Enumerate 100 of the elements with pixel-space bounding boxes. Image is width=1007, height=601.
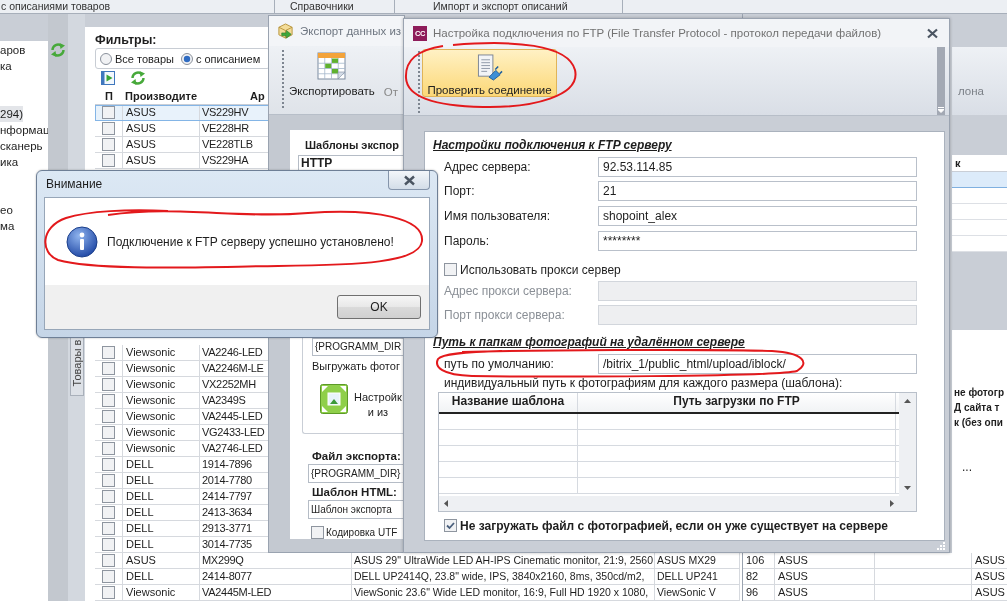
- sidebar-item[interactable]: ео: [0, 202, 13, 218]
- checkbox[interactable]: [102, 106, 115, 119]
- field-label: Адрес сервера:: [444, 159, 532, 174]
- checkbox[interactable]: [102, 410, 115, 423]
- top-tab[interactable]: Импорт и экспорт описаний: [395, 0, 623, 13]
- table-row[interactable]: DELL 2414-8077 DELL UP2414Q, 23.8" wide, IPS, 3840x2160, 8ms, 350cd/m2, DELL UP241: [95, 569, 740, 585]
- checkbox[interactable]: [102, 554, 115, 567]
- refresh-icon[interactable]: [50, 42, 66, 58]
- table-cell: ASUS: [123, 105, 200, 121]
- top-tab[interactable]: с описаниями товаров: [0, 0, 275, 13]
- column-header[interactable]: Ар: [200, 88, 268, 104]
- text-field[interactable]: shopoint_alex: [598, 206, 917, 227]
- arrow-down-icon[interactable]: [904, 485, 911, 490]
- package-arrow-icon: [277, 22, 294, 40]
- checkbox[interactable]: [102, 570, 115, 583]
- text-field[interactable]: ********: [598, 230, 917, 251]
- file-field[interactable]: {PROGRAMM_DIR}: [308, 464, 404, 483]
- ellipsis-text: ...: [962, 460, 972, 474]
- close-icon: [402, 174, 416, 186]
- checkbox[interactable]: [102, 138, 115, 151]
- arrow-right-icon[interactable]: [890, 499, 894, 507]
- section-heading: Путь к папкам фотографий на удалённом сервере: [433, 334, 745, 349]
- table-cell: Viewsonic: [123, 409, 200, 425]
- table-cell: 2414-8077: [200, 569, 352, 585]
- text-field[interactable]: /bitrix_1/public_html/upload/iblock/: [598, 353, 917, 374]
- arrow-left-icon[interactable]: [444, 499, 448, 507]
- field-label: Пароль:: [444, 233, 490, 248]
- table-cell: Viewsonic: [123, 345, 200, 361]
- text-field[interactable]: 92.53.114.85: [598, 156, 917, 177]
- dropdown-arrow-icon: [938, 107, 944, 113]
- checkbox[interactable]: [311, 526, 324, 539]
- checkbox[interactable]: [102, 346, 115, 359]
- info-text: не фотогр: [954, 386, 1004, 400]
- horizontal-scrollbar[interactable]: [439, 495, 916, 511]
- sidebar-item[interactable]: ика: [0, 154, 19, 170]
- sidebar-item[interactable]: сканерь: [0, 138, 43, 154]
- checkbox[interactable]: [102, 490, 115, 503]
- info-icon: [66, 225, 98, 258]
- checkbox[interactable]: [102, 394, 115, 407]
- checkbox[interactable]: [102, 506, 115, 519]
- field-label: путь по умолчанию:: [444, 356, 555, 371]
- close-button[interactable]: [388, 171, 430, 190]
- export-button[interactable]: Экспортировать: [289, 46, 375, 97]
- path-field[interactable]: {PROGRAMM_DIR: [312, 338, 404, 356]
- column-header[interactable]: Путь загрузки по FTP: [578, 392, 896, 412]
- info-text: к (без опи: [954, 416, 1003, 430]
- checkbox[interactable]: [102, 426, 115, 439]
- table-cell: DELL: [123, 473, 200, 489]
- checkbox[interactable]: [102, 154, 115, 167]
- column-header[interactable]: Производите: [123, 88, 200, 104]
- table-cell: Viewsonic: [123, 425, 200, 441]
- column-header[interactable]: к: [952, 157, 961, 169]
- sidebar-item[interactable]: аров: [0, 42, 26, 58]
- window-title: Экспорт данных из: [300, 25, 402, 37]
- checkbox-label[interactable]: Не загружать файл с фотографией, если он уже существует на сервере: [460, 518, 888, 533]
- close-button[interactable]: [926, 27, 939, 39]
- column-header[interactable]: П: [95, 88, 123, 104]
- sidebar-item[interactable]: ма: [0, 218, 15, 234]
- checkbox[interactable]: [102, 442, 115, 455]
- table-cell: DELL: [123, 569, 200, 585]
- checkbox[interactable]: [102, 586, 115, 599]
- table-cell: DELL: [123, 457, 200, 473]
- table-row[interactable]: Viewsonic VA2445M-LED ViewSonic 23.6" Wide LED monitor, 16:9, Full HD 1920 x 1080, ViewSonic V: [95, 585, 740, 601]
- ok-button[interactable]: OK: [337, 295, 421, 319]
- radio-button[interactable]: [180, 52, 193, 65]
- column-header[interactable]: Название шаблона: [439, 392, 578, 412]
- top-tab[interactable]: Справочники: [275, 0, 395, 13]
- checkbox[interactable]: [102, 362, 115, 375]
- table-row[interactable]: [952, 172, 1007, 188]
- checkbox[interactable]: [444, 263, 457, 277]
- toolbar-overflow-button[interactable]: [937, 47, 945, 115]
- field-label: Порт:: [444, 184, 476, 199]
- checkbox[interactable]: [102, 522, 115, 535]
- checkbox[interactable]: [102, 538, 115, 551]
- table-cell: ASUS: [123, 137, 200, 153]
- checkbox[interactable]: [102, 378, 115, 391]
- radio-button[interactable]: [100, 52, 112, 65]
- table-cell: Viewsonic: [123, 377, 200, 393]
- refresh-icon[interactable]: [130, 69, 146, 86]
- arrow-up-icon[interactable]: [904, 398, 911, 403]
- table-cell: Viewsonic: [123, 361, 200, 377]
- text-field[interactable]: 21: [598, 181, 917, 202]
- template-field[interactable]: Шаблон экспорта: [308, 500, 404, 519]
- server-plug-icon: [476, 54, 503, 81]
- dialog-title: Настройка подключения по FTP (File Transfer Protocol - протокол передачи файлов): [433, 27, 882, 39]
- table-cell: DELL UP2414Q, 23.8" wide, IPS, 3840x2160, 8ms, 350cd/m2,: [352, 569, 655, 585]
- checkbox[interactable]: [102, 122, 115, 135]
- resize-grip-icon[interactable]: [937, 542, 945, 550]
- checkbox[interactable]: [102, 474, 115, 487]
- sidebar-item[interactable]: ка: [0, 58, 12, 74]
- radio-label[interactable]: Все товары: [115, 52, 174, 65]
- sidebar-item[interactable]: 294): [0, 106, 24, 122]
- radio-label[interactable]: с описанием: [195, 52, 261, 65]
- checkbox-label[interactable]: Использовать прокси сервер: [460, 262, 621, 277]
- vertical-scrollbar[interactable]: [899, 392, 916, 496]
- table-cell: DELL: [123, 521, 200, 537]
- checkbox[interactable]: [444, 519, 457, 533]
- sidebar-item[interactable]: нформац: [0, 122, 50, 138]
- check-connection-button[interactable]: Проверить соединение: [422, 49, 557, 97]
- checkbox[interactable]: [102, 458, 115, 471]
